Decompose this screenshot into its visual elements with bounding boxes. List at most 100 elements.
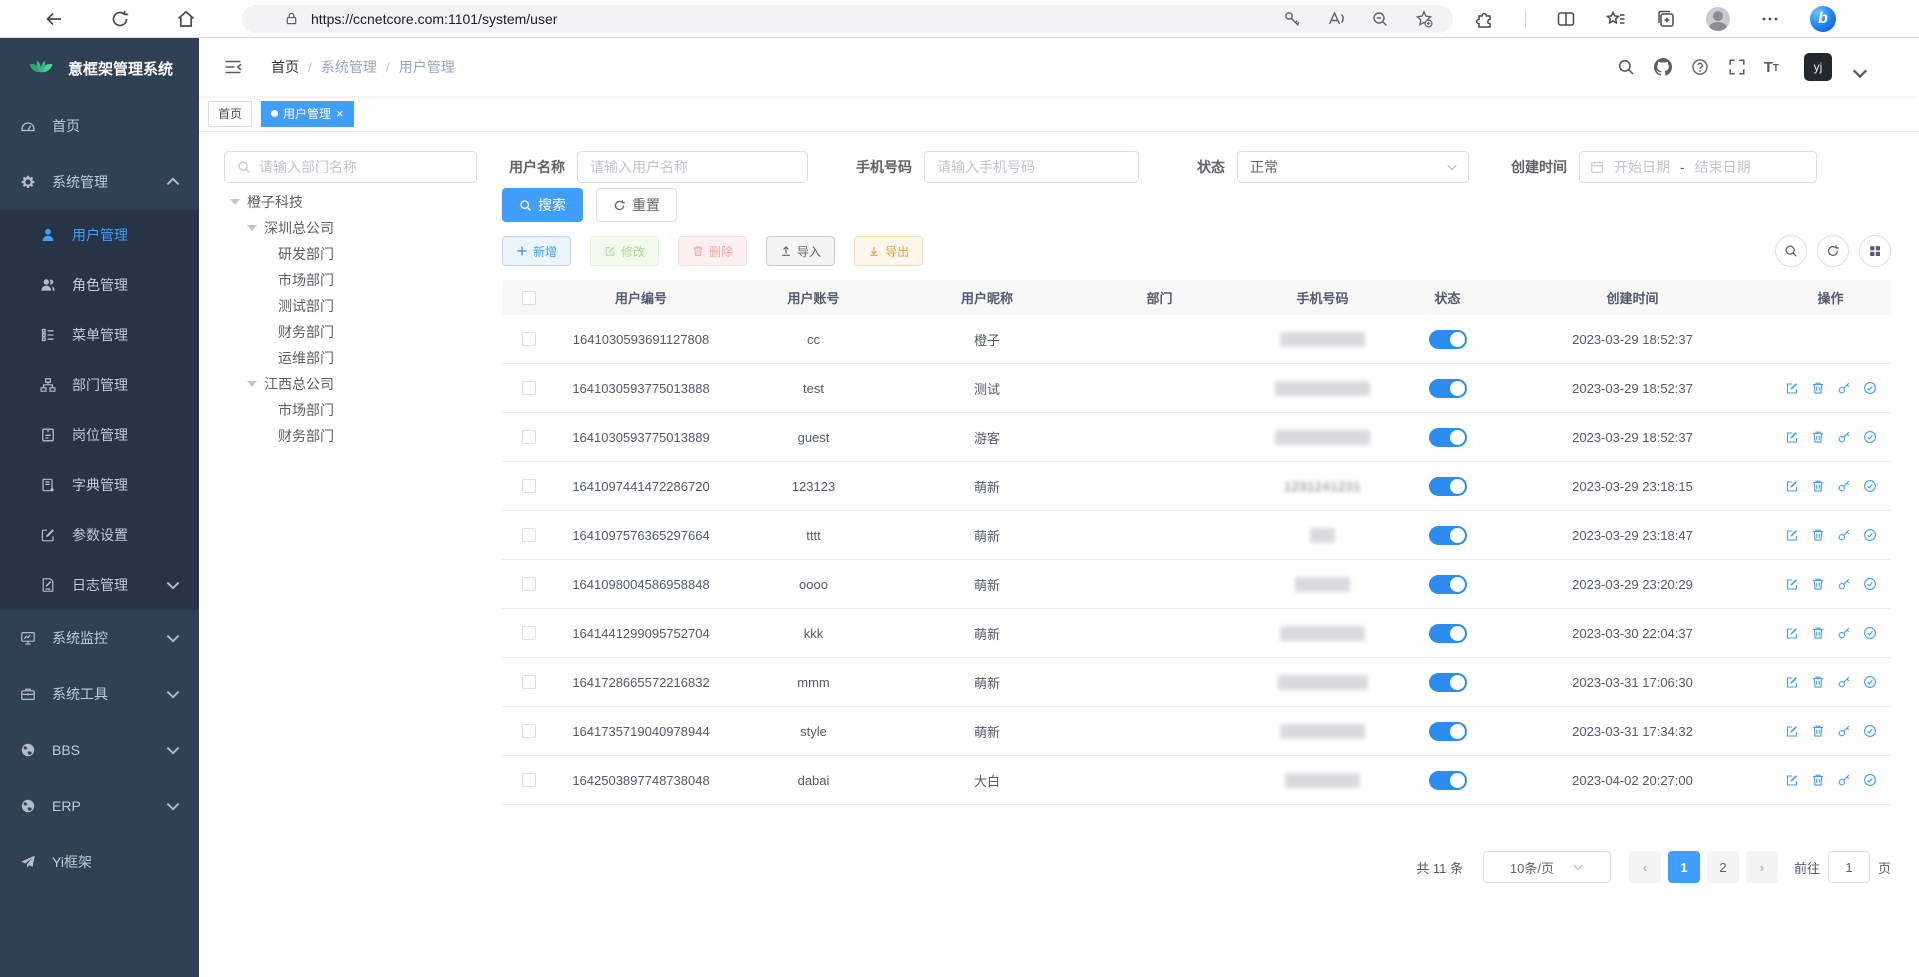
collections-icon[interactable] (1656, 9, 1676, 29)
browser-profile-avatar[interactable] (1706, 7, 1730, 31)
sidebar-item-menu-mgmt[interactable]: 菜单管理 (0, 310, 199, 360)
status-toggle[interactable] (1429, 673, 1467, 692)
help-icon[interactable] (1690, 57, 1710, 77)
row-delete-icon[interactable] (1811, 577, 1825, 591)
github-icon[interactable] (1653, 57, 1673, 77)
sidebar-item-log-mgmt[interactable]: 日志管理 (0, 560, 199, 610)
row-checkbox[interactable] (522, 626, 536, 640)
sidebar-item-yi-framework[interactable]: Yi框架 (0, 834, 199, 890)
zoom-out-icon[interactable] (1371, 10, 1389, 28)
status-toggle[interactable] (1429, 477, 1467, 496)
row-delete-icon[interactable] (1811, 430, 1825, 444)
row-reset-password-icon[interactable] (1837, 724, 1851, 738)
row-assign-role-icon[interactable] (1863, 381, 1877, 395)
more-menu-icon[interactable] (1760, 9, 1780, 29)
row-checkbox[interactable] (522, 724, 536, 738)
sidebar-item-system-tools[interactable]: 系统工具 (0, 666, 199, 722)
fullscreen-icon[interactable] (1727, 57, 1747, 77)
row-checkbox[interactable] (522, 332, 536, 346)
row-checkbox[interactable] (522, 479, 536, 493)
row-edit-icon[interactable] (1785, 773, 1799, 787)
row-edit-icon[interactable] (1785, 675, 1799, 689)
sidebar-item-dept-mgmt[interactable]: 部门管理 (0, 360, 199, 410)
username-input[interactable] (590, 159, 807, 175)
address-bar[interactable]: https://ccnetcore.com:1101/system/user (242, 5, 1453, 33)
row-reset-password-icon[interactable] (1837, 675, 1851, 689)
row-assign-role-icon[interactable] (1863, 577, 1877, 591)
status-toggle[interactable] (1429, 526, 1467, 545)
browser-back-icon[interactable] (44, 9, 64, 29)
breadcrumb-home[interactable]: 首页 (271, 57, 299, 77)
add-favorite-icon[interactable] (1415, 10, 1433, 28)
tree-node[interactable]: 运维部门 (224, 345, 502, 371)
status-select[interactable]: 正常 (1237, 151, 1469, 183)
row-delete-icon[interactable] (1811, 773, 1825, 787)
page-size-select[interactable]: 10条/页 (1483, 851, 1611, 883)
copilot-bing-icon[interactable]: b (1810, 6, 1836, 32)
phone-input[interactable] (937, 159, 1138, 175)
row-checkbox[interactable] (522, 430, 536, 444)
row-delete-icon[interactable] (1811, 724, 1825, 738)
row-delete-icon[interactable] (1811, 675, 1825, 689)
favorites-icon[interactable] (1606, 9, 1626, 29)
split-screen-icon[interactable] (1556, 9, 1576, 29)
status-toggle[interactable] (1429, 330, 1467, 349)
row-edit-icon[interactable] (1785, 626, 1799, 640)
tree-node[interactable]: 深圳总公司 (224, 215, 502, 241)
row-edit-icon[interactable] (1785, 430, 1799, 444)
status-toggle[interactable] (1429, 771, 1467, 790)
export-button[interactable]: 导出 (854, 236, 923, 266)
sidebar-item-system-mgmt[interactable]: 系统管理 (0, 154, 199, 210)
row-reset-password-icon[interactable] (1837, 430, 1851, 444)
show-search-toggle-button[interactable] (1775, 235, 1807, 267)
row-reset-password-icon[interactable] (1837, 528, 1851, 542)
add-button[interactable]: 新增 (502, 236, 571, 266)
goto-page-input[interactable] (1828, 851, 1870, 883)
delete-button[interactable]: 删除 (678, 236, 747, 266)
row-checkbox[interactable] (522, 577, 536, 591)
date-range-picker[interactable]: 开始日期 - 结束日期 (1579, 151, 1817, 183)
sidebar-item-param-settings[interactable]: 参数设置 (0, 510, 199, 560)
row-assign-role-icon[interactable] (1863, 773, 1877, 787)
row-assign-role-icon[interactable] (1863, 528, 1877, 542)
row-edit-icon[interactable] (1785, 381, 1799, 395)
tree-node[interactable]: 橙子科技 (224, 189, 502, 215)
browser-home-icon[interactable] (176, 9, 196, 29)
import-button[interactable]: 导入 (766, 236, 835, 266)
row-edit-icon[interactable] (1785, 724, 1799, 738)
row-reset-password-icon[interactable] (1837, 626, 1851, 640)
row-assign-role-icon[interactable] (1863, 724, 1877, 738)
tree-expand-icon[interactable] (230, 199, 240, 205)
sidebar-item-erp[interactable]: ERP (0, 778, 199, 834)
select-all-checkbox[interactable] (522, 291, 536, 305)
user-avatar[interactable]: yj (1804, 53, 1832, 81)
row-delete-icon[interactable] (1811, 528, 1825, 542)
row-delete-icon[interactable] (1811, 626, 1825, 640)
hamburger-icon[interactable] (223, 57, 243, 77)
tree-node[interactable]: 测试部门 (224, 293, 502, 319)
url-text[interactable]: https://ccnetcore.com:1101/system/user (311, 11, 1283, 27)
tree-node[interactable]: 市场部门 (224, 397, 502, 423)
tab-home[interactable]: 首页 (208, 101, 252, 127)
tree-node[interactable]: 江西总公司 (224, 371, 502, 397)
row-delete-icon[interactable] (1811, 479, 1825, 493)
column-settings-button[interactable] (1859, 235, 1891, 267)
close-icon[interactable]: × (336, 107, 344, 120)
sidebar-item-home[interactable]: 首页 (0, 98, 199, 154)
row-reset-password-icon[interactable] (1837, 381, 1851, 395)
row-assign-role-icon[interactable] (1863, 430, 1877, 444)
status-toggle[interactable] (1429, 575, 1467, 594)
row-edit-icon[interactable] (1785, 528, 1799, 542)
caret-down-icon[interactable] (1851, 64, 1869, 82)
reset-button[interactable]: 重置 (596, 188, 677, 222)
tree-expand-icon[interactable] (247, 225, 257, 231)
row-checkbox[interactable] (522, 381, 536, 395)
row-reset-password-icon[interactable] (1837, 479, 1851, 493)
header-search-icon[interactable] (1616, 57, 1636, 77)
sidebar-item-role-mgmt[interactable]: 角色管理 (0, 260, 199, 310)
row-assign-role-icon[interactable] (1863, 626, 1877, 640)
tree-node[interactable]: 财务部门 (224, 423, 502, 449)
refresh-table-button[interactable] (1817, 235, 1849, 267)
tree-node[interactable]: 研发部门 (224, 241, 502, 267)
sidebar-item-dict-mgmt[interactable]: 字典管理 (0, 460, 199, 510)
